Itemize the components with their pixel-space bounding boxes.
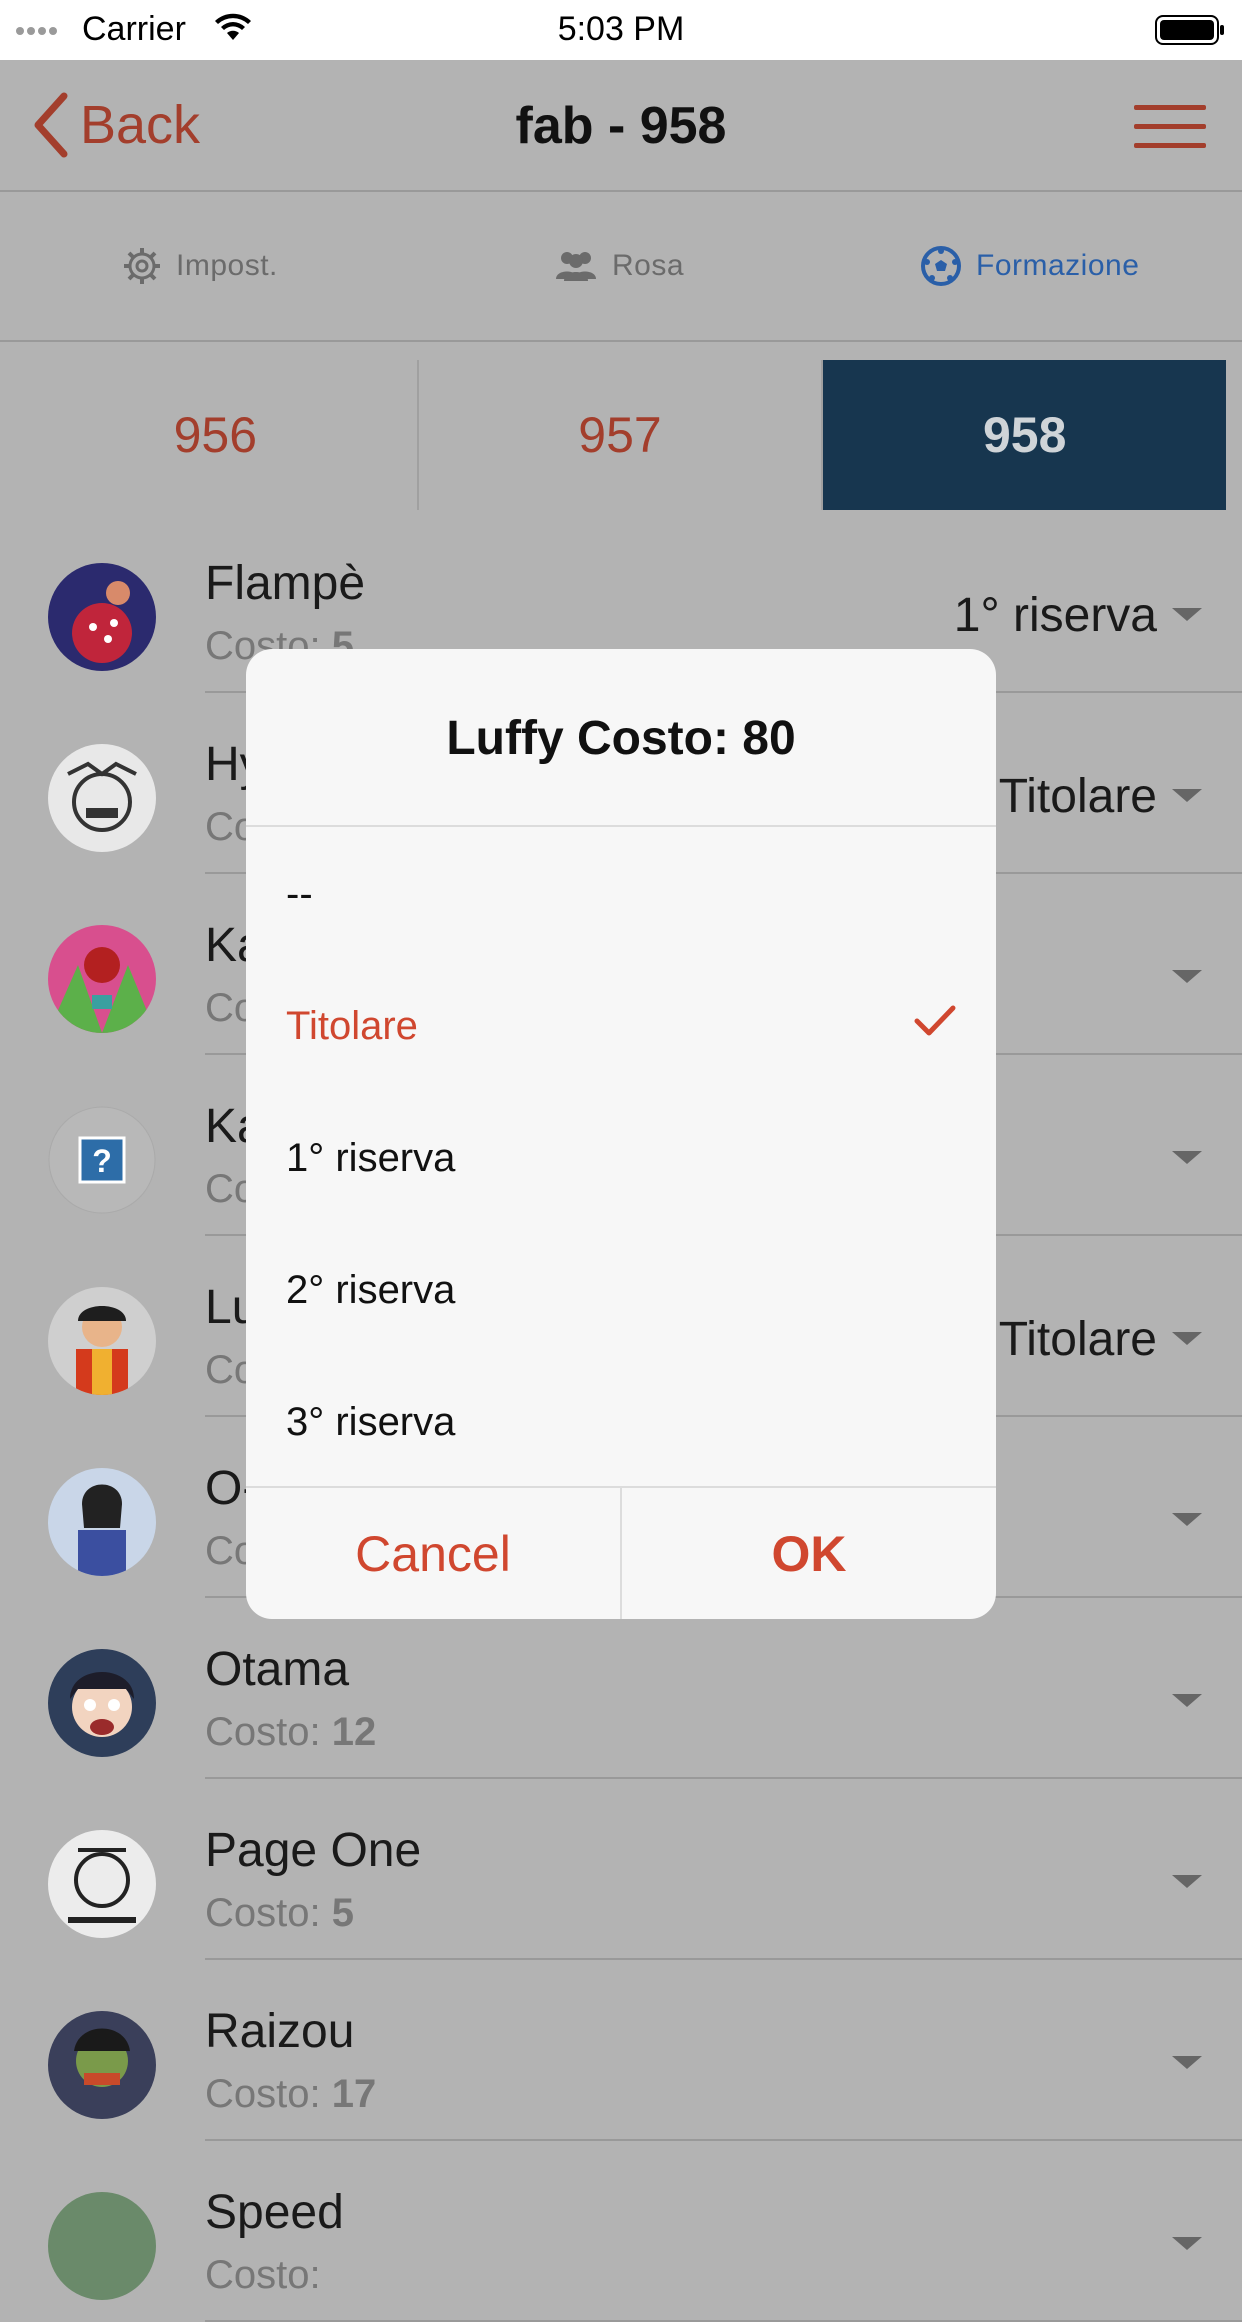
tab-bar: Impost. Rosa Formazione — [0, 192, 1242, 342]
dropdown-caret-icon[interactable] — [1172, 1875, 1202, 1888]
soccer-ball-icon — [921, 246, 961, 286]
hamburger-menu-icon[interactable] — [1134, 105, 1206, 149]
status-bar: Carrier 5:03 PM — [0, 0, 1242, 60]
tab-label: Impost. — [176, 249, 278, 282]
player-cost: Costo: — [205, 2253, 321, 2297]
tab-formazione[interactable]: Formazione — [920, 192, 1139, 340]
tab-impostazioni[interactable]: Impost. — [122, 192, 278, 340]
match-day-selector: 956 957 958 — [14, 360, 1227, 510]
option-2-riserva[interactable]: 2° riserva — [286, 1224, 956, 1356]
option-titolare[interactable]: Titolare — [286, 960, 956, 1092]
option-3-riserva[interactable]: 3° riserva — [286, 1356, 956, 1488]
avatar — [48, 2192, 156, 2300]
player-row[interactable]: Page One Costo: 5 — [0, 1779, 1242, 1960]
dropdown-caret-icon[interactable] — [1172, 1151, 1202, 1164]
dropdown-caret-icon[interactable] — [1172, 970, 1202, 983]
player-name: Otama — [205, 1643, 350, 1696]
option-label: Titolare — [286, 1003, 418, 1048]
tab-rosa[interactable]: Rosa — [554, 192, 684, 340]
ok-button[interactable]: OK — [622, 1488, 996, 1619]
player-name: Flampè — [205, 557, 366, 610]
option-1-riserva[interactable]: 1° riserva — [286, 1092, 956, 1224]
people-icon — [556, 252, 596, 281]
avatar — [48, 1649, 156, 1757]
checkmark-icon — [914, 1005, 956, 1036]
avatar — [48, 1468, 156, 1576]
page-title: fab - 958 — [515, 97, 727, 155]
dropdown-caret-icon[interactable] — [1172, 1694, 1202, 1707]
battery-icon — [1155, 15, 1224, 45]
player-name: Raizou — [205, 2005, 355, 2058]
segment-957[interactable]: 957 — [418, 360, 824, 510]
player-cost: Costo: 17 — [205, 2072, 377, 2116]
segment-956[interactable]: 956 — [14, 360, 419, 510]
player-row[interactable]: Raizou Costo: 17 — [0, 1960, 1242, 2141]
player-name: Page One — [205, 1824, 422, 1877]
avatar — [48, 1830, 156, 1938]
dropdown-caret-icon[interactable] — [1172, 1513, 1202, 1526]
tab-label: Formazione — [976, 249, 1140, 282]
avatar: ? — [48, 1106, 156, 1214]
dropdown-caret-icon[interactable] — [1172, 2056, 1202, 2069]
svg-text:?: ? — [92, 1143, 112, 1179]
avatar — [48, 563, 156, 671]
dropdown-caret-icon[interactable] — [1172, 608, 1202, 621]
navigation-bar: Back fab - 958 — [0, 60, 1242, 192]
avatar — [48, 925, 156, 1033]
player-row[interactable]: Otama Costo: 12 — [0, 1598, 1242, 1779]
clock: 5:03 PM — [557, 10, 685, 48]
cancel-button[interactable]: Cancel — [246, 1488, 620, 1619]
player-cost: Costo: 5 — [205, 1891, 354, 1935]
gear-icon — [124, 248, 160, 284]
player-row[interactable]: Speed Costo: — [0, 2141, 1242, 2322]
avatar — [48, 744, 156, 852]
player-cost: Costo: 12 — [205, 1710, 377, 1754]
divider — [246, 825, 996, 827]
dropdown-caret-icon[interactable] — [1172, 2237, 1202, 2250]
tab-label: Rosa — [612, 249, 685, 282]
dropdown-caret-icon[interactable] — [1172, 789, 1202, 802]
player-role[interactable]: Titolare — [999, 769, 1157, 824]
segment-958[interactable]: 958 — [823, 360, 1227, 510]
avatar — [48, 1287, 156, 1395]
player-name: Speed — [205, 2186, 344, 2239]
option-none[interactable]: -- — [286, 828, 956, 960]
role-picker-dialog: Luffy Costo: 80 -- Titolare 1° riserva 2… — [246, 649, 996, 1619]
dropdown-caret-icon[interactable] — [1172, 1332, 1202, 1345]
avatar — [48, 2011, 156, 2119]
player-role[interactable]: Titolare — [999, 1312, 1157, 1367]
dialog-title: Luffy Costo: 80 — [446, 712, 796, 765]
player-role[interactable]: 1° riserva — [954, 588, 1157, 643]
